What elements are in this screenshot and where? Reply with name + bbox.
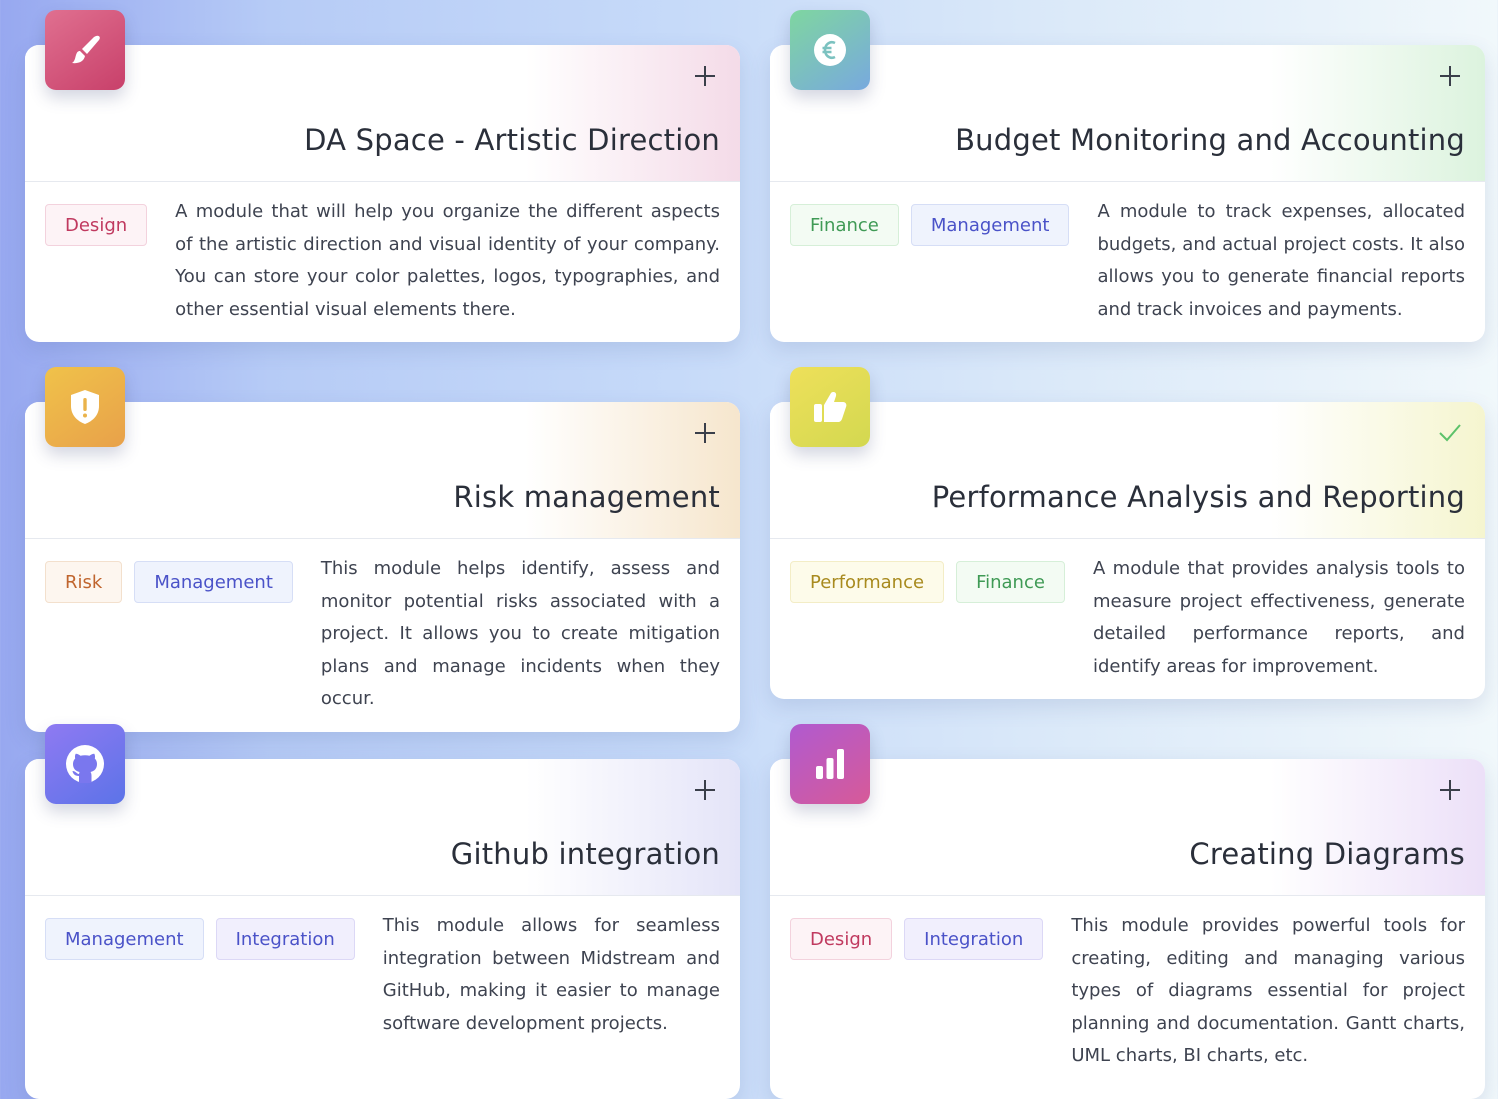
shield-alert-icon [45,367,125,447]
module-card-performance[interactable]: Performance Analysis and Reporting Perfo… [770,402,1485,700]
tag-finance: Finance [956,561,1065,603]
thumbs-up-icon [790,367,870,447]
bar-chart-icon [790,724,870,804]
card-title: Budget Monitoring and Accounting [955,123,1465,157]
card-header: DA Space - Artistic Direction [25,45,740,182]
module-card-risk[interactable]: Risk management Risk Management This mod… [25,402,740,732]
card-header: Performance Analysis and Reporting [770,402,1485,539]
card-title: Risk management [453,480,720,514]
card-header: Creating Diagrams [770,759,1485,896]
tag-list: Design [45,204,148,326]
card-body: Finance Management A module to track exp… [770,182,1485,342]
github-icon [45,724,125,804]
tag-list: Risk Management [45,561,293,716]
tag-management: Management [910,204,1070,246]
tag-design: Design [45,204,148,246]
card-header: Risk management [25,402,740,539]
card-description: A module to track expenses, allocated bu… [1097,201,1465,320]
module-card-da-space[interactable]: DA Space - Artistic Direction Design A m… [25,45,740,343]
card-header: Github integration [25,759,740,896]
paintbrush-icon [45,10,125,90]
card-description: A module that provides analysis tools to… [1092,558,1465,677]
tag-list: Management Integration [45,918,355,1040]
card-body: Risk Management This module helps identi… [25,539,740,732]
euro-icon [790,10,870,90]
card-title: DA Space - Artistic Direction [304,123,720,157]
tag-design: Design [790,918,893,960]
card-header: Budget Monitoring and Accounting [770,45,1485,182]
module-card-github[interactable]: Github integration Management Integratio… [25,759,740,1099]
card-body: Management Integration This module allow… [25,896,740,1056]
card-description: This module helps identify, assess and m… [320,558,720,710]
tag-management: Management [45,918,204,960]
card-title: Github integration [450,837,720,871]
card-body: Design Integration This module provides … [770,896,1485,1089]
tag-performance: Performance [790,561,945,603]
tag-list: Finance Management [790,204,1070,326]
tag-integration: Integration [215,918,355,960]
module-card-diagrams[interactable]: Creating Diagrams Design Integration Thi… [770,759,1485,1099]
tag-management: Management [134,561,293,603]
tag-list: Performance Finance [790,561,1065,683]
card-body: Design A module that will help you organ… [25,182,740,342]
card-description: A module that will help you organize the… [175,201,720,320]
card-body: Performance Finance A module that provid… [770,539,1485,699]
card-description: This module allows for seamless integrat… [382,915,720,1034]
card-title: Creating Diagrams [1189,837,1465,871]
plus-icon[interactable] [1437,63,1463,89]
card-title: Performance Analysis and Reporting [931,480,1465,514]
tag-risk: Risk [45,561,123,603]
plus-icon[interactable] [692,777,718,803]
check-icon[interactable] [1437,420,1463,446]
card-description: This module provides powerful tools for … [1071,915,1465,1067]
module-card-budget[interactable]: Budget Monitoring and Accounting Finance… [770,45,1485,343]
tag-finance: Finance [790,204,899,246]
plus-icon[interactable] [1437,777,1463,803]
plus-icon[interactable] [692,63,718,89]
tag-integration: Integration [904,918,1044,960]
tag-list: Design Integration [790,918,1044,1073]
plus-icon[interactable] [692,420,718,446]
